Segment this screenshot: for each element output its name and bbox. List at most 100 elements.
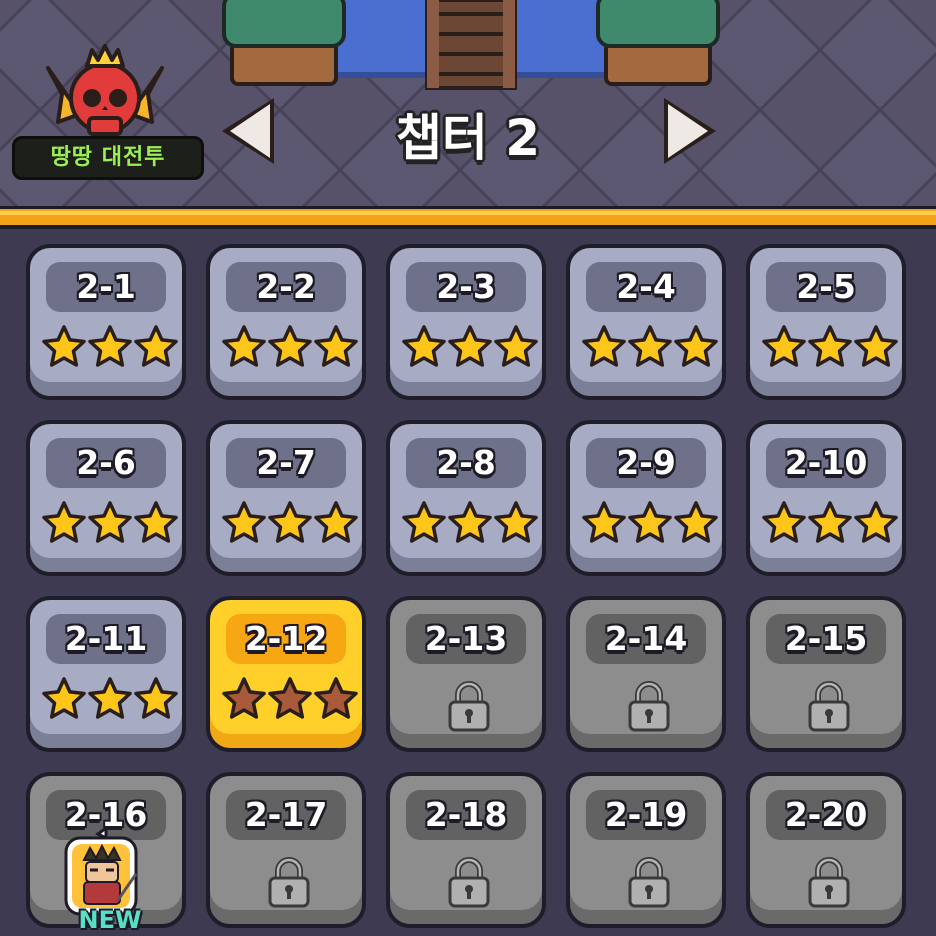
star-filled-icon [222, 325, 266, 367]
stage-label: 2-2 [226, 262, 346, 312]
star-filled-icon [448, 325, 492, 367]
star-filled-icon [494, 325, 538, 367]
star-rating [222, 677, 358, 719]
stage-tile[interactable]: 2-1 [26, 244, 186, 400]
star-filled-icon [134, 501, 178, 543]
stage-label: 2-6 [46, 438, 166, 488]
new-character-badge[interactable]: NEW [60, 828, 160, 936]
star-filled-icon [762, 325, 806, 367]
stage-label: 2-12 [226, 614, 346, 664]
star-rating [42, 677, 178, 719]
star-filled-icon [402, 501, 446, 543]
star-rating [402, 325, 538, 367]
new-label: NEW [78, 906, 142, 934]
star-filled-icon [88, 325, 132, 367]
stage-tile[interactable]: 2-12 [206, 596, 366, 752]
stage-label: 2-14 [586, 614, 706, 664]
star-filled-icon [582, 325, 626, 367]
star-filled-icon [628, 325, 672, 367]
stage-tile[interactable]: 2-10 [746, 420, 906, 576]
stage-label: 2-17 [226, 790, 346, 840]
stage-tile[interactable]: 2-9 [566, 420, 726, 576]
stage-tile[interactable]: 2-15 [746, 596, 906, 752]
stage-label: 2-19 [586, 790, 706, 840]
star-rating [762, 325, 898, 367]
star-filled-icon [222, 501, 266, 543]
chapter-header: 땅땅 대전투 챕터 2 [0, 0, 936, 208]
padlock-icon [268, 857, 310, 908]
stage-tile[interactable]: 2-3 [386, 244, 546, 400]
stage-tile[interactable]: 2-5 [746, 244, 906, 400]
star-filled-icon [42, 501, 86, 543]
star-filled-icon [88, 677, 132, 719]
star-filled-icon [42, 677, 86, 719]
star-rating [42, 501, 178, 543]
padlock-icon [448, 857, 490, 908]
padlock-icon [628, 857, 670, 908]
star-filled-icon [314, 325, 358, 367]
stage-label: 2-15 [766, 614, 886, 664]
stage-tile[interactable]: 2-8 [386, 420, 546, 576]
stage-label: 2-18 [406, 790, 526, 840]
star-filled-icon [88, 501, 132, 543]
battle-event-label: 땅땅 대전투 [12, 136, 204, 180]
star-empty-icon [314, 677, 358, 719]
star-rating [42, 325, 178, 367]
crowned-skull-icon [46, 44, 164, 136]
stage-tile[interactable]: 2-14 [566, 596, 726, 752]
arrow-left-icon[interactable] [214, 92, 284, 170]
star-rating [762, 501, 898, 543]
star-filled-icon [134, 325, 178, 367]
stage-tile[interactable]: 2-11 [26, 596, 186, 752]
star-filled-icon [582, 501, 626, 543]
star-filled-icon [674, 325, 718, 367]
star-filled-icon [674, 501, 718, 543]
padlock-icon [628, 681, 670, 732]
star-rating [582, 501, 718, 543]
star-filled-icon [854, 325, 898, 367]
star-filled-icon [402, 325, 446, 367]
star-filled-icon [854, 501, 898, 543]
stage-label: 2-13 [406, 614, 526, 664]
padlock-icon [808, 681, 850, 732]
stage-tile[interactable]: 2-20 [746, 772, 906, 928]
header-divider [0, 206, 936, 229]
arrow-right-icon[interactable] [654, 92, 724, 170]
tree-stump-right [596, 0, 720, 86]
stage-tile[interactable]: 2-7 [206, 420, 366, 576]
star-empty-icon [222, 677, 266, 719]
padlock-icon [808, 857, 850, 908]
chapter-title: 챕터 2 [395, 109, 541, 167]
stage-label: 2-8 [406, 438, 526, 488]
stage-label: 2-7 [226, 438, 346, 488]
star-filled-icon [494, 501, 538, 543]
star-rating [582, 325, 718, 367]
stage-tile[interactable]: 2-2 [206, 244, 366, 400]
star-filled-icon [808, 501, 852, 543]
battle-event-button[interactable]: 땅땅 대전투 [10, 44, 204, 184]
stage-tile[interactable]: 2-4 [566, 244, 726, 400]
star-empty-icon [268, 677, 312, 719]
star-filled-icon [134, 677, 178, 719]
stage-label: 2-9 [586, 438, 706, 488]
star-filled-icon [268, 501, 312, 543]
stage-label: 2-11 [46, 614, 166, 664]
stage-tile[interactable]: 2-17 [206, 772, 366, 928]
stage-label: 2-20 [766, 790, 886, 840]
star-rating [402, 501, 538, 543]
stage-label: 2-5 [766, 262, 886, 312]
stage-tile[interactable]: 2-6 [26, 420, 186, 576]
stage-tile[interactable]: 2-13 [386, 596, 546, 752]
stage-tile[interactable]: 2-18 [386, 772, 546, 928]
star-filled-icon [314, 501, 358, 543]
star-filled-icon [42, 325, 86, 367]
stage-label: 2-4 [586, 262, 706, 312]
star-filled-icon [762, 501, 806, 543]
tree-stump-left [222, 0, 346, 86]
star-filled-icon [268, 325, 312, 367]
stage-tile[interactable]: 2-19 [566, 772, 726, 928]
star-filled-icon [628, 501, 672, 543]
star-rating [222, 325, 358, 367]
padlock-icon [448, 681, 490, 732]
stage-label: 2-3 [406, 262, 526, 312]
